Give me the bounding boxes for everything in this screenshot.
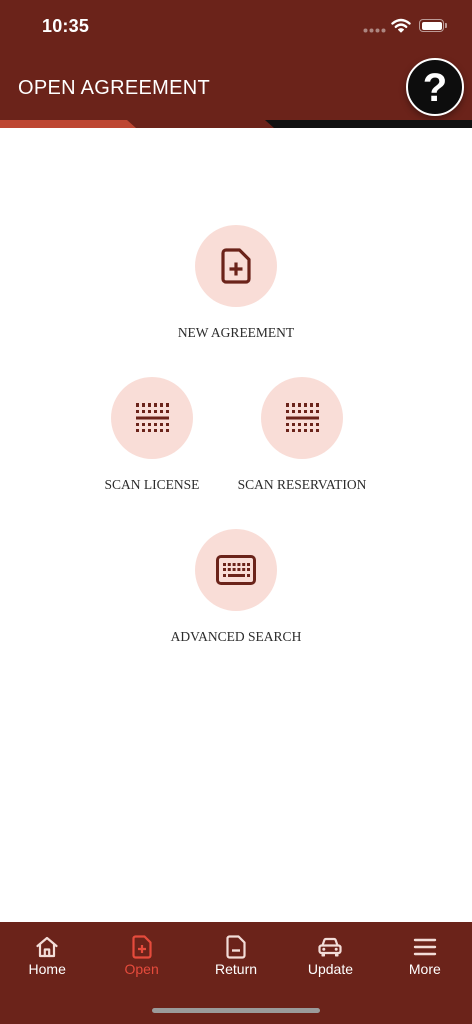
advanced-search-label: ADVANCED SEARCH bbox=[170, 629, 302, 644]
tab-more[interactable]: More bbox=[378, 922, 472, 982]
new-agreement-label: NEW AGREEMENT bbox=[177, 325, 295, 340]
tab-update[interactable]: Update bbox=[283, 922, 377, 982]
barcode-scan-icon bbox=[135, 403, 169, 432]
scan-license-icon-circle[interactable] bbox=[111, 377, 193, 459]
header-accent-stripe bbox=[0, 120, 136, 128]
tab-icon-container bbox=[413, 934, 437, 960]
status-time: 10:35 bbox=[42, 16, 90, 36]
signal-dots-icon bbox=[363, 28, 386, 33]
home-indicator[interactable] bbox=[152, 1008, 320, 1013]
advanced-search-button[interactable]: ADVANCED SEARCH bbox=[166, 529, 306, 645]
tab-list: Home Open Return Update More bbox=[0, 922, 472, 982]
menu-icon bbox=[413, 938, 437, 956]
barcode-scan-icon bbox=[285, 403, 319, 432]
wifi-icon bbox=[391, 18, 411, 33]
battery-icon bbox=[419, 19, 444, 32]
scan-reservation-label: SCAN RESERVATION bbox=[237, 477, 367, 492]
tab-open[interactable]: Open bbox=[94, 922, 188, 982]
tab-label-home: Home bbox=[28, 961, 66, 977]
page-title: OPEN AGREEMENT bbox=[18, 77, 211, 99]
tab-label-more: More bbox=[408, 961, 441, 977]
tab-icon-container bbox=[35, 934, 59, 960]
scan-reservation-button[interactable]: SCAN RESERVATION bbox=[232, 377, 372, 493]
tab-home[interactable]: Home bbox=[0, 922, 94, 982]
car-icon bbox=[318, 937, 343, 957]
battery-cap bbox=[445, 23, 447, 28]
tab-label-return: Return bbox=[215, 961, 258, 977]
help-button[interactable]: ? bbox=[406, 58, 464, 116]
scan-license-button[interactable]: SCAN LICENSE bbox=[82, 377, 222, 493]
new-agreement-button[interactable]: NEW AGREEMENT bbox=[166, 225, 306, 341]
file-minus-icon bbox=[226, 935, 246, 959]
keyboard-icon bbox=[216, 555, 256, 585]
scan-license-label: SCAN LICENSE bbox=[104, 477, 200, 492]
help-icon: ? bbox=[422, 65, 448, 110]
open-agreement-screen: 10:35 OPEN AGREEMENT ? NEW AGREEMENT SCA… bbox=[0, 0, 472, 1024]
header-dark-stripe bbox=[265, 120, 472, 128]
tab-label-open: Open bbox=[124, 961, 159, 977]
bottom-tab-bar: Home Open Return Update More bbox=[0, 922, 472, 1024]
file-plus-icon bbox=[221, 248, 251, 284]
file-plus-icon bbox=[132, 935, 152, 959]
tab-label-update: Update bbox=[307, 961, 353, 977]
app-header: 10:35 OPEN AGREEMENT ? bbox=[0, 0, 472, 128]
advanced-search-icon-circle[interactable] bbox=[195, 529, 277, 611]
tab-icon-container bbox=[317, 934, 343, 960]
tab-icon-container bbox=[132, 934, 152, 960]
home-icon bbox=[36, 936, 58, 958]
scan-reservation-icon-circle[interactable] bbox=[261, 377, 343, 459]
tab-icon-container bbox=[226, 934, 246, 960]
new-agreement-icon-circle[interactable] bbox=[195, 225, 277, 307]
battery-level-fill bbox=[421, 21, 442, 30]
tab-return[interactable]: Return bbox=[189, 922, 283, 982]
